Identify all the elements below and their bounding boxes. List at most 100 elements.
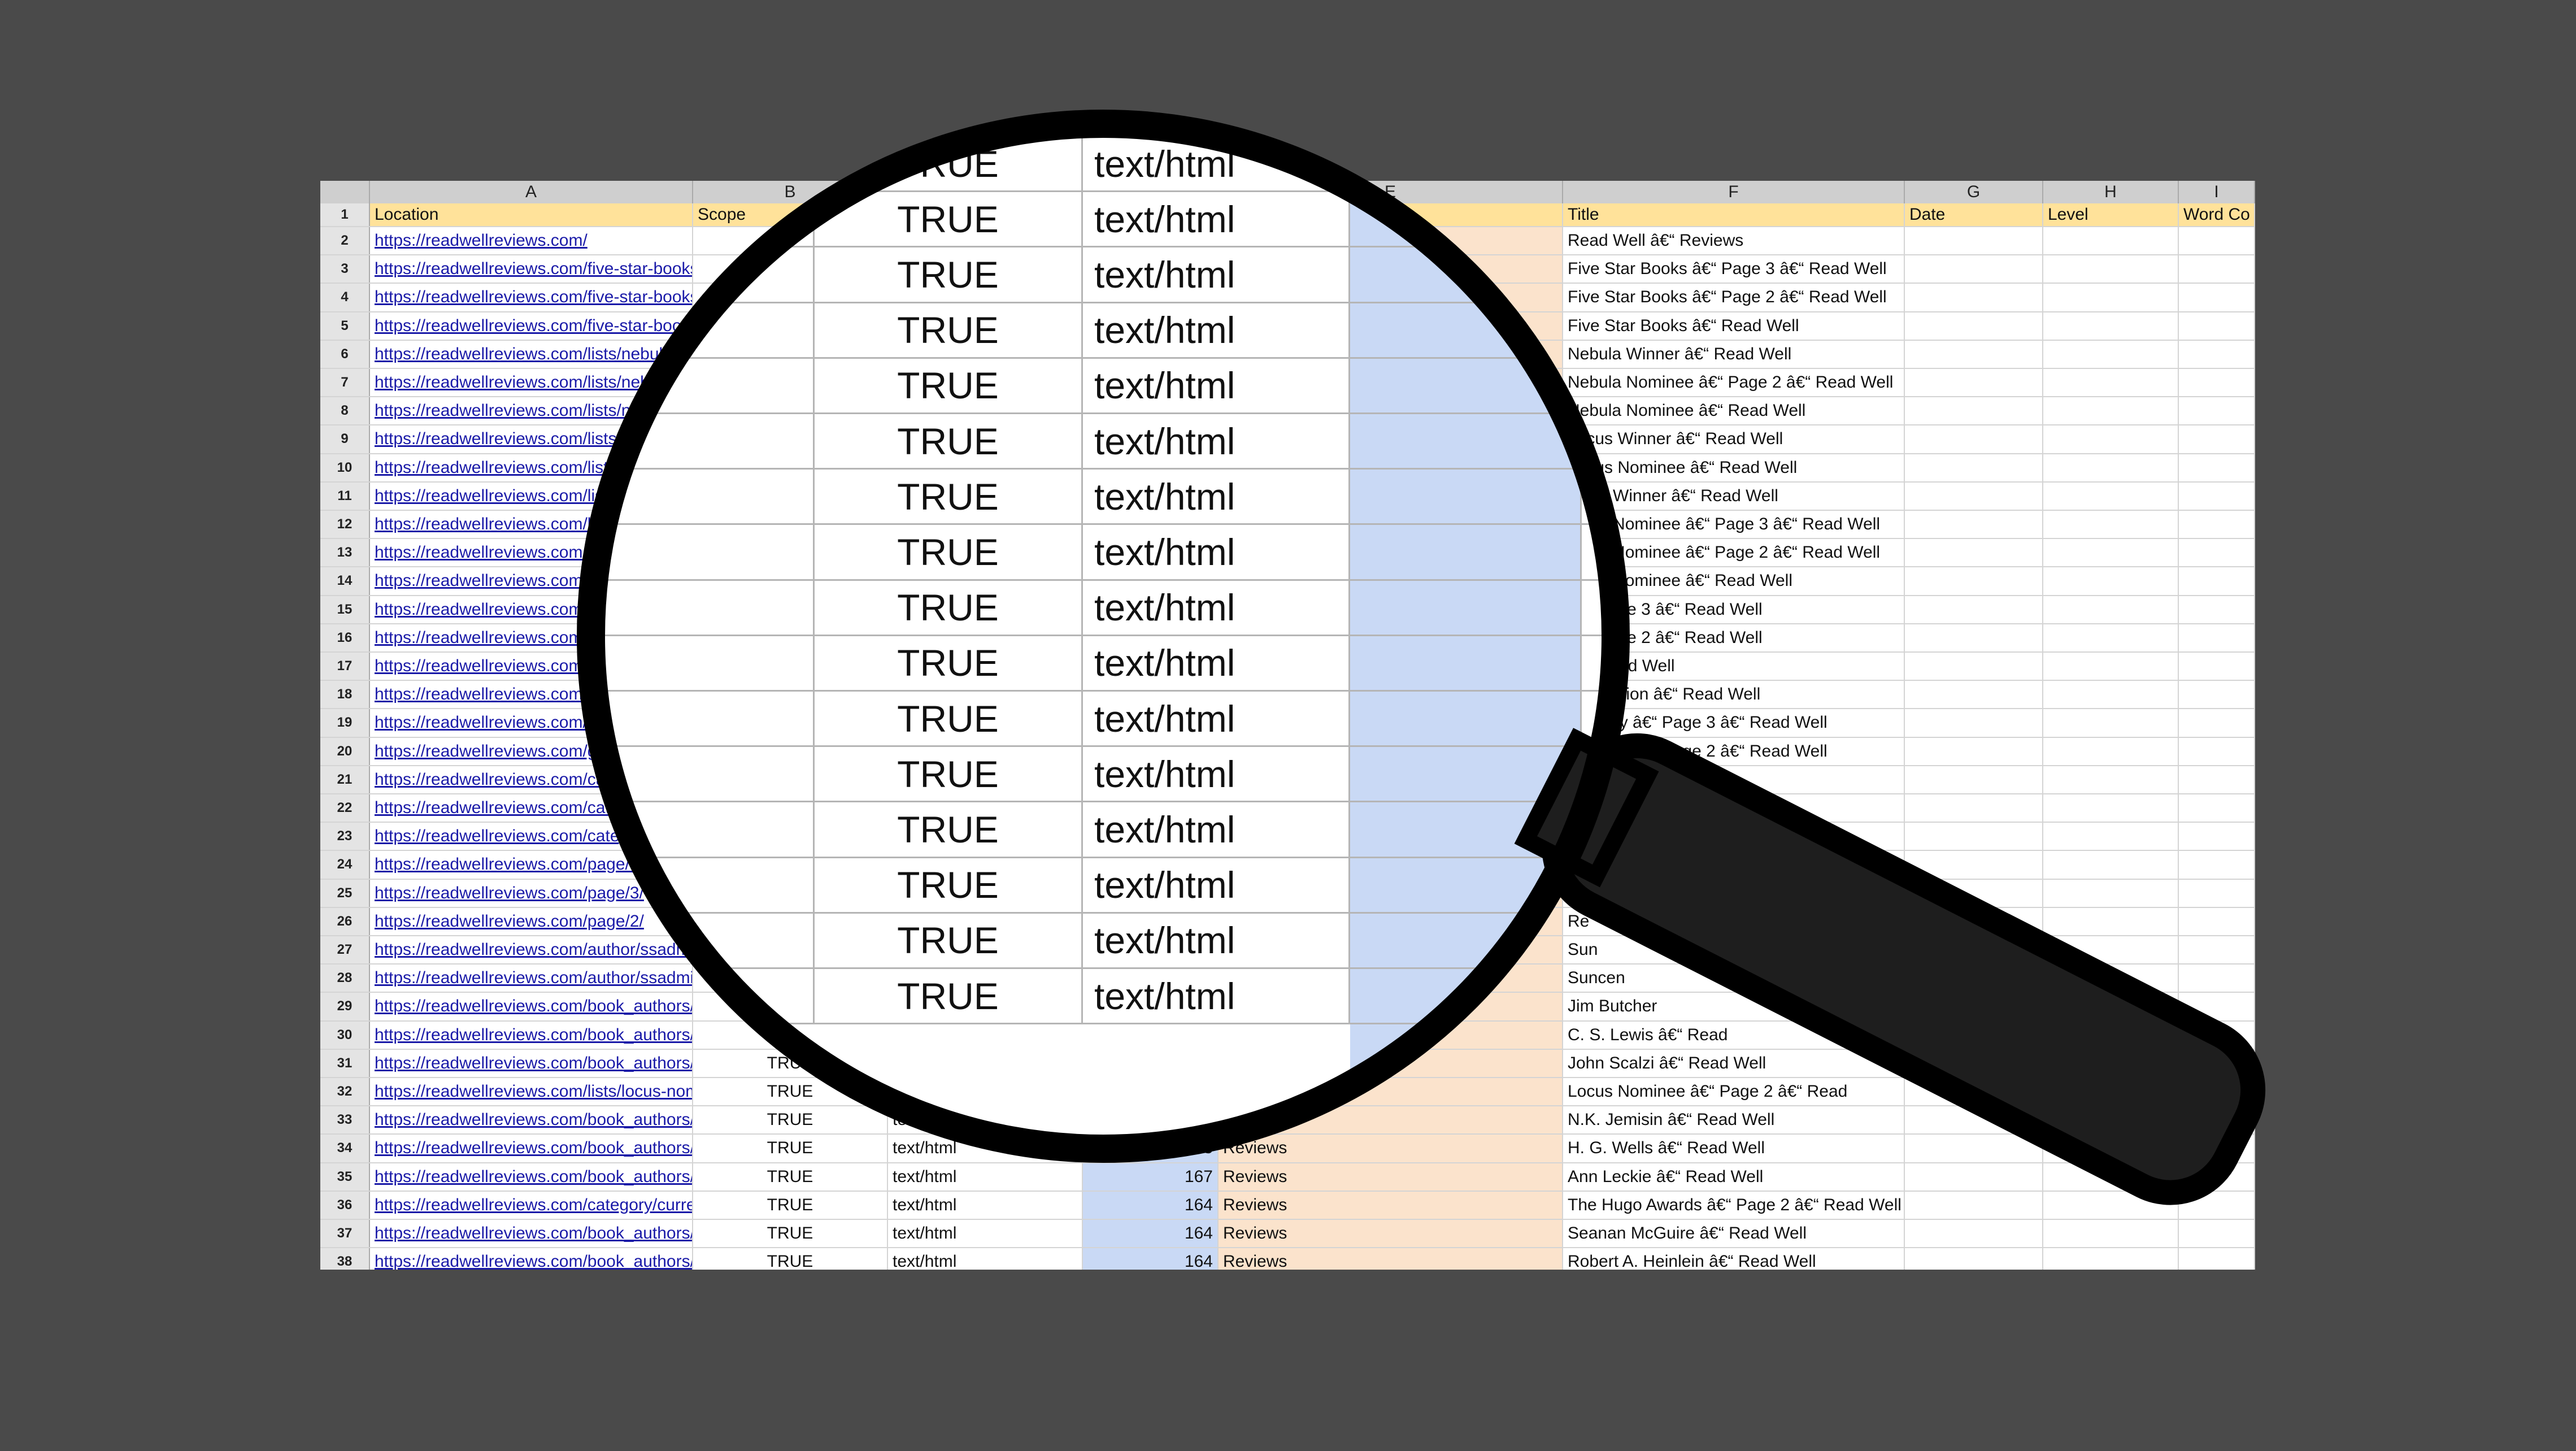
row-number[interactable]: 4 [320, 284, 370, 311]
level-cell[interactable] [2043, 766, 2179, 793]
magnified-scope-cell[interactable]: TRUE [815, 247, 1083, 302]
magnified-type-cell[interactable]: text/html [1083, 858, 1350, 912]
level-cell[interactable] [2043, 1078, 2179, 1106]
row-number[interactable]: 31 [320, 1049, 370, 1077]
date-cell[interactable] [1905, 425, 2043, 453]
word-count-cell[interactable] [2179, 255, 2255, 283]
date-cell[interactable] [1905, 624, 2043, 651]
date-cell[interactable] [1905, 1220, 2043, 1248]
row-number[interactable]: 1 [320, 203, 370, 226]
magnified-location-cell[interactable] [678, 692, 815, 746]
magnified-type-cell[interactable]: text/html [1083, 802, 1350, 857]
row-number[interactable]: 3 [320, 255, 370, 283]
level-cell[interactable] [2043, 227, 2179, 255]
word-count-cell[interactable] [2179, 397, 2255, 425]
level-cell[interactable] [2043, 454, 2179, 481]
word-count-cell[interactable] [2179, 794, 2255, 822]
word-count-cell[interactable] [2179, 340, 2255, 368]
level-cell[interactable] [2043, 737, 2179, 765]
row-number[interactable]: 14 [320, 567, 370, 595]
magnified-count-cell[interactable] [1350, 525, 1582, 579]
magnified-count-cell[interactable] [1350, 636, 1582, 690]
date-cell[interactable] [1905, 851, 2043, 879]
magnified-scope-cell[interactable]: TRUE [815, 636, 1083, 690]
word-count-cell[interactable] [2179, 425, 2255, 453]
word-count-cell[interactable] [2179, 312, 2255, 340]
scope-cell[interactable]: TRUE [693, 1191, 888, 1219]
date-cell[interactable] [1905, 709, 2043, 737]
word-count-cell[interactable] [2179, 823, 2255, 850]
word-count-cell[interactable] [2179, 369, 2255, 397]
magnified-location-cell[interactable] [678, 802, 815, 857]
word-count-cell[interactable] [2179, 624, 2255, 651]
magnified-location-cell[interactable] [678, 525, 815, 579]
header-cell-i[interactable]: Word Co [2179, 203, 2255, 226]
magnified-count-cell[interactable] [1350, 802, 1582, 857]
date-cell[interactable] [1905, 227, 2043, 255]
row-number[interactable]: 17 [320, 653, 370, 680]
magnified-scope-cell[interactable]: TRUE [815, 580, 1083, 635]
date-cell[interactable] [1905, 879, 2043, 907]
count-cell[interactable]: 164 [1083, 1248, 1219, 1270]
row-number[interactable]: 23 [320, 823, 370, 850]
level-cell[interactable] [2043, 965, 2179, 992]
level-cell[interactable] [2043, 482, 2179, 510]
level-cell[interactable] [2043, 1049, 2179, 1077]
row-number[interactable]: 29 [320, 993, 370, 1020]
title-cell[interactable]: Ann Leckie â€“ Read Well [1563, 1163, 1905, 1191]
type-cell[interactable]: text/html [888, 1220, 1083, 1248]
date-cell[interactable] [1905, 567, 2043, 595]
count-cell[interactable]: 167 [1083, 1163, 1219, 1191]
date-cell[interactable] [1905, 1106, 2043, 1134]
magnified-scope-cell[interactable]: TRUE [815, 414, 1083, 468]
row-number[interactable]: 34 [320, 1135, 370, 1162]
level-cell[interactable] [2043, 1135, 2179, 1162]
date-cell[interactable] [1905, 482, 2043, 510]
location-link[interactable]: https://readwellreviews.com/book_authors… [370, 1163, 693, 1191]
description-cell[interactable]: Reviews [1219, 1220, 1563, 1248]
row-number[interactable]: 37 [320, 1220, 370, 1248]
word-count-cell[interactable] [2179, 1106, 2255, 1134]
column-header-g[interactable]: G [1905, 181, 2043, 203]
magnified-location-cell[interactable] [678, 858, 815, 912]
level-cell[interactable] [2043, 284, 2179, 311]
level-cell[interactable] [2043, 823, 2179, 850]
level-cell[interactable] [2043, 567, 2179, 595]
level-cell[interactable] [2043, 425, 2179, 453]
magnified-scope-cell[interactable]: TRUE [815, 858, 1083, 912]
magnified-location-cell[interactable] [678, 192, 815, 246]
date-cell[interactable] [1905, 936, 2043, 964]
magnified-scope-cell[interactable]: TRUE [815, 192, 1083, 246]
magnified-type-cell[interactable]: text/html [1083, 470, 1350, 524]
word-count-cell[interactable] [2179, 1135, 2255, 1162]
magnified-type-cell[interactable]: text/html [1083, 747, 1350, 801]
type-cell[interactable]: text/html [888, 1248, 1083, 1270]
magnified-type-cell[interactable]: text/html [1083, 913, 1350, 967]
row-number[interactable]: 18 [320, 681, 370, 709]
date-cell[interactable] [1905, 823, 2043, 850]
date-cell[interactable] [1905, 284, 2043, 311]
level-cell[interactable] [2043, 1106, 2179, 1134]
row-number[interactable]: 24 [320, 851, 370, 879]
magnified-location-cell[interactable] [678, 913, 815, 967]
date-cell[interactable] [1905, 1049, 2043, 1077]
word-count-cell[interactable] [2179, 1078, 2255, 1106]
location-link[interactable]: https://readwellreviews.com/book_authors… [370, 1248, 693, 1270]
magnified-type-cell[interactable]: text/html [1083, 692, 1350, 746]
level-cell[interactable] [2043, 879, 2179, 907]
word-count-cell[interactable] [2179, 227, 2255, 255]
level-cell[interactable] [2043, 653, 2179, 680]
date-cell[interactable] [1905, 737, 2043, 765]
magnified-count-cell[interactable] [1350, 358, 1582, 412]
title-cell[interactable]: Seanan McGuire â€“ Read Well [1563, 1220, 1905, 1248]
magnified-count-cell[interactable] [1350, 858, 1582, 912]
row-number[interactable]: 36 [320, 1191, 370, 1219]
word-count-cell[interactable] [2179, 653, 2255, 680]
word-count-cell[interactable] [2179, 766, 2255, 793]
level-cell[interactable] [2043, 851, 2179, 879]
description-cell[interactable]: Reviews [1219, 1248, 1563, 1270]
magnified-location-cell[interactable] [678, 470, 815, 524]
magnified-scope-header[interactable]: Scope [815, 111, 1083, 135]
magnified-location-cell[interactable] [678, 636, 815, 690]
word-count-cell[interactable] [2179, 567, 2255, 595]
